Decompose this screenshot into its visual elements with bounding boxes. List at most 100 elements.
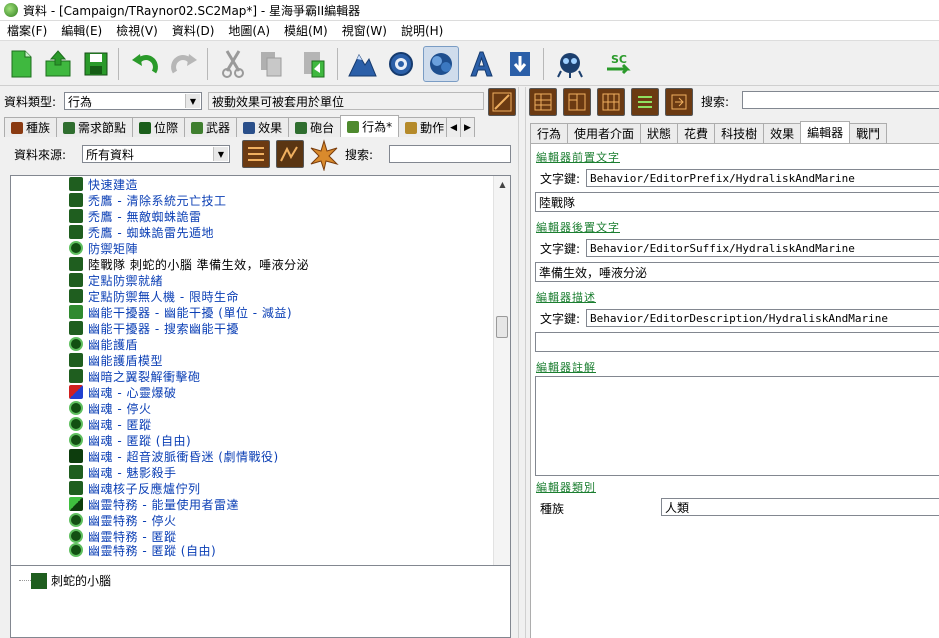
view-mode-3-button[interactable] <box>597 88 625 116</box>
text-editor-button[interactable] <box>463 46 499 82</box>
list-item[interactable]: 幽能護盾模型 <box>69 352 163 368</box>
tab-tech-tree[interactable]: 科技樹 <box>714 123 765 143</box>
tree-view-icon <box>280 146 298 162</box>
tab-effects[interactable]: 效果 <box>236 117 290 137</box>
list-item[interactable]: 幽靈特務 - 能量使用者雷達 <box>69 496 239 512</box>
menu-map[interactable]: 地圖(A) <box>221 22 277 39</box>
toolbar-separator <box>543 48 544 80</box>
list-item[interactable]: 禿鷹 - 蜘蛛詭雷先遁地 <box>69 224 214 240</box>
paste-button[interactable] <box>296 46 332 82</box>
list-item[interactable]: 幽魂 - 停火 <box>69 400 151 416</box>
list-item[interactable]: 刺蛇的小腦 <box>31 572 111 589</box>
prefix-text-field[interactable]: 陸戰隊 <box>535 192 939 212</box>
list-item[interactable]: 幽靈特務 - 停火 <box>69 512 176 528</box>
list-item[interactable]: 快速建造 <box>69 176 138 192</box>
tab-label: 戰鬥 <box>856 127 881 141</box>
tab-behavior[interactable]: 行為 <box>530 123 569 143</box>
tab-status[interactable]: 狀態 <box>640 123 679 143</box>
trigger-editor-button[interactable] <box>383 46 419 82</box>
list-item[interactable]: 幽魂 - 魅影殺手 <box>69 464 176 480</box>
cutscene-editor-button[interactable] <box>552 46 588 82</box>
list-item[interactable]: 定點防禦就緒 <box>69 272 163 288</box>
copy-button[interactable] <box>253 46 289 82</box>
list-item[interactable]: 幽能干擾器 - 幽能干擾 (單位 - 減益) <box>69 304 292 320</box>
menu-file[interactable]: 檔案(F) <box>0 22 54 39</box>
redo-button[interactable] <box>166 46 202 82</box>
tab-scroll-left-button[interactable]: ◀ <box>446 117 462 137</box>
list-view-icon <box>248 147 264 161</box>
tab-position[interactable]: 位際 <box>132 117 186 137</box>
data-search-input[interactable] <box>389 145 511 163</box>
editor-comment-textarea[interactable] <box>535 376 939 476</box>
list-item[interactable]: 幽靈特務 - 匿蹤 (自由) <box>69 542 216 558</box>
view-mode-5-button[interactable] <box>665 88 693 116</box>
view-mode-4-button[interactable] <box>631 88 659 116</box>
menu-help[interactable]: 說明(H) <box>394 22 450 39</box>
related-items-list[interactable]: 刺蛇的小腦 <box>10 565 511 638</box>
undo-button[interactable] <box>127 46 163 82</box>
menu-data[interactable]: 資料(D) <box>165 22 222 39</box>
list-item[interactable]: 幽暗之翼裂解衝擊砲 <box>69 368 201 384</box>
data-editor-button[interactable] <box>423 46 459 82</box>
list-item[interactable]: 幽魂核子反應爐佇列 <box>69 480 201 496</box>
edit-data-button[interactable] <box>488 88 516 116</box>
open-file-button[interactable] <box>40 46 76 82</box>
script-editor-button[interactable]: SC <box>600 46 636 82</box>
list-item[interactable]: 禿鷹 - 無敵蜘蛛詭雷 <box>69 208 201 224</box>
suffix-text-field[interactable]: 準備生效，唾液分泌 <box>535 262 939 282</box>
list-item[interactable]: 幽魂 - 匿蹤 (自由) <box>69 432 191 448</box>
view-mode-2-button[interactable] <box>563 88 591 116</box>
tab-ui[interactable]: 使用者介面 <box>567 123 642 143</box>
race-field[interactable]: 人類 <box>661 498 939 516</box>
panel-splitter[interactable] <box>518 87 526 638</box>
suffix-key-value: Behavior/EditorSuffix/HydraliskAndMarine <box>590 241 855 255</box>
import-editor-button[interactable] <box>502 46 538 82</box>
prefix-key-field[interactable]: Behavior/EditorPrefix/HydraliskAndMarine <box>586 169 939 187</box>
menu-edit[interactable]: 編輯(E) <box>54 22 109 39</box>
description-key-field[interactable]: Behavior/EditorDescription/HydraliskAndM… <box>586 309 939 327</box>
list-item[interactable]: 禿鷹 - 清除系統元亡技工 <box>69 192 226 208</box>
action-icon <box>405 121 418 134</box>
list-item-label: 刺蛇的小腦 <box>51 574 112 588</box>
tab-label: 編輯器 <box>807 126 844 140</box>
field-search-input[interactable] <box>742 91 939 109</box>
list-item[interactable]: 幽魂 - 超音波脈衝昏迷 (劇情戰役) <box>69 448 279 464</box>
new-file-button[interactable] <box>3 46 39 82</box>
svg-text:SC: SC <box>611 53 627 66</box>
tab-editor[interactable]: 編輯器 <box>800 121 851 143</box>
tab-turrets[interactable]: 砲台 <box>288 117 342 137</box>
scrollbar-thumb[interactable] <box>496 316 508 338</box>
search-label: 搜索: <box>345 147 374 162</box>
tab-scroll-right-button[interactable]: ▶ <box>460 117 475 137</box>
tab-requirement-nodes[interactable]: 需求節點 <box>56 117 134 137</box>
list-item[interactable]: 幽魂 - 心靈爆破 <box>69 384 176 400</box>
menu-window[interactable]: 視窗(W) <box>335 22 394 39</box>
tab-combat[interactable]: 戰鬥 <box>849 123 888 143</box>
tab-behaviors[interactable]: 行為* <box>340 115 400 137</box>
data-source-dropdown[interactable]: 所有資料 ▼ <box>82 145 230 163</box>
list-item[interactable]: 幽魂 - 匿蹤 <box>69 416 151 432</box>
list-item-selected[interactable]: 陸戰隊 刺蛇的小腦 準備生效，唾液分泌 <box>69 256 309 272</box>
tab-weapons[interactable]: 武器 <box>184 117 238 137</box>
view-mode-1-button[interactable] <box>529 88 557 116</box>
tab-actions[interactable]: 動作 <box>398 117 448 137</box>
view-list-button[interactable] <box>242 140 270 168</box>
menu-view[interactable]: 檢視(V) <box>109 22 165 39</box>
filter-button[interactable] <box>308 139 340 172</box>
cut-button[interactable] <box>215 46 251 82</box>
tab-race[interactable]: 種族 <box>4 117 58 137</box>
view-tree-button[interactable] <box>276 140 304 168</box>
list-item[interactable]: 定點防禦無人機 - 限時生命 <box>69 288 239 304</box>
tab-cost[interactable]: 花費 <box>677 123 716 143</box>
data-type-dropdown[interactable]: 行為 ▼ <box>64 92 202 110</box>
terrain-editor-button[interactable] <box>344 46 380 82</box>
description-text-field[interactable] <box>535 332 939 352</box>
list-item[interactable]: 幽能干擾器 - 搜索幽能干擾 <box>69 320 239 336</box>
menu-modules[interactable]: 模組(M) <box>277 22 335 39</box>
scroll-up-arrow-icon[interactable]: ▲ <box>494 176 510 193</box>
tab-effect[interactable]: 效果 <box>763 123 802 143</box>
list-item[interactable]: 幽能護盾 <box>69 336 138 352</box>
suffix-key-field[interactable]: Behavior/EditorSuffix/HydraliskAndMarine <box>586 239 939 257</box>
list-item[interactable]: 防禦矩陣 <box>69 240 138 256</box>
save-button[interactable] <box>78 46 114 82</box>
